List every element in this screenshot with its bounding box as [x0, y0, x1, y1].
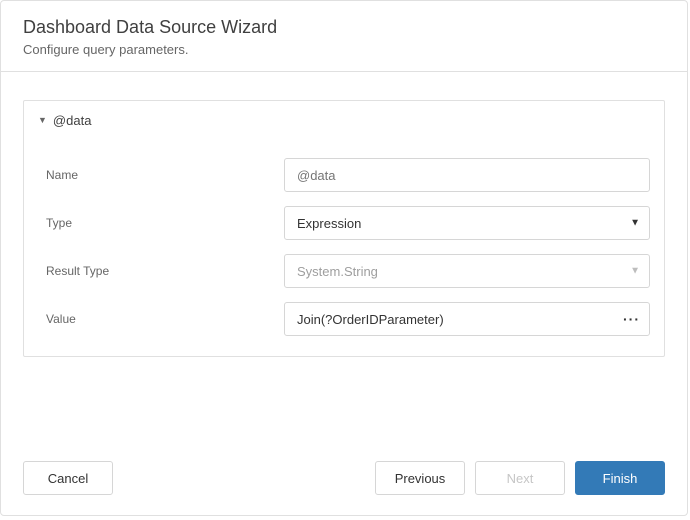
parameter-panel: ▼ @data Name Type Expression ▼	[23, 100, 665, 357]
wizard-subtitle: Configure query parameters.	[23, 42, 665, 57]
field-value-input[interactable]: Join(?OrderIDParameter)	[284, 302, 650, 336]
field-value-text: Join(?OrderIDParameter)	[297, 312, 444, 327]
panel-toggle[interactable]: ▼ @data	[24, 101, 664, 140]
panel-title: @data	[53, 113, 92, 128]
field-type-row: Type Expression ▼	[38, 206, 650, 240]
field-type-select[interactable]: Expression	[284, 206, 650, 240]
previous-button[interactable]: Previous	[375, 461, 465, 495]
field-type-label: Type	[38, 216, 284, 230]
wizard-dialog: Dashboard Data Source Wizard Configure q…	[0, 0, 688, 516]
wizard-header: Dashboard Data Source Wizard Configure q…	[1, 1, 687, 72]
field-resulttype-value: System.String	[297, 264, 378, 279]
field-value-label: Value	[38, 312, 284, 326]
field-type-value: Expression	[297, 216, 361, 231]
chevron-down-icon: ▼	[38, 116, 47, 125]
finish-button[interactable]: Finish	[575, 461, 665, 495]
field-name-label: Name	[38, 168, 284, 182]
field-value-row: Value Join(?OrderIDParameter) ···	[38, 302, 650, 336]
next-button: Next	[475, 461, 565, 495]
cancel-button[interactable]: Cancel	[23, 461, 113, 495]
wizard-title: Dashboard Data Source Wizard	[23, 17, 665, 38]
field-resulttype-select: System.String	[284, 254, 650, 288]
field-name-input[interactable]	[284, 158, 650, 192]
field-resulttype-label: Result Type	[38, 264, 284, 278]
field-resulttype-row: Result Type System.String ▼	[38, 254, 650, 288]
wizard-footer: Cancel Previous Next Finish	[1, 445, 687, 515]
field-name-row: Name	[38, 158, 650, 192]
wizard-content: ▼ @data Name Type Expression ▼	[1, 72, 687, 357]
panel-body: Name Type Expression ▼ Result Typ	[24, 140, 664, 356]
